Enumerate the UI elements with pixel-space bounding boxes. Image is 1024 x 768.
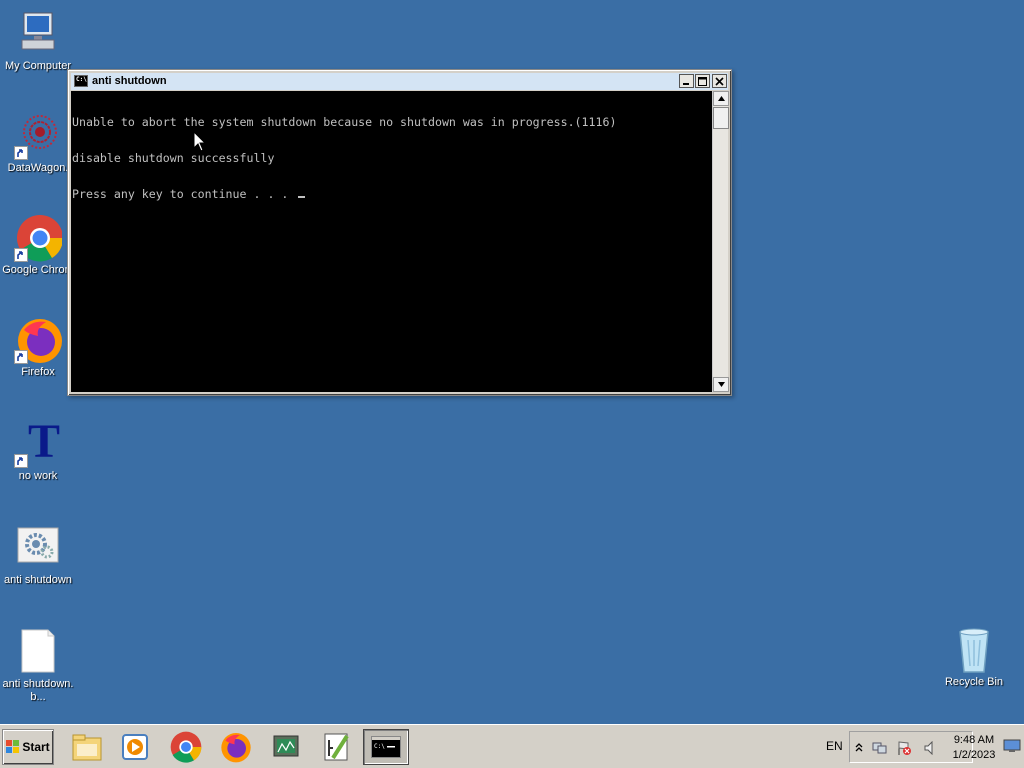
desktop-icon-label: My Computer — [4, 60, 72, 72]
show-desktop-button[interactable] — [1003, 739, 1021, 753]
network-icon[interactable] — [872, 741, 888, 755]
minimize-button[interactable] — [679, 74, 694, 88]
media-player-icon — [122, 734, 148, 760]
window-title: anti shutdown — [92, 75, 167, 87]
desktop-icon-label: no work — [18, 470, 58, 482]
scroll-up-button[interactable] — [713, 91, 729, 106]
firefox-icon — [14, 316, 62, 364]
desktop-icon-anti-shutdown[interactable]: anti shutdown — [0, 524, 76, 587]
notepad-icon — [324, 733, 349, 761]
firefox-icon — [221, 733, 251, 763]
action-center-flag-icon[interactable] — [896, 740, 912, 756]
start-label: Start — [22, 740, 50, 754]
desktop-icon-datawagon[interactable]: DataWagon. — [0, 112, 76, 175]
datawagon-icon — [14, 112, 62, 160]
taskbar-control-panel[interactable] — [263, 729, 309, 765]
shortcut-arrow-icon — [14, 248, 28, 262]
console-line: disable shutdown successfully — [72, 151, 275, 165]
desktop-icon-label: Firefox — [21, 366, 55, 378]
gear-icon — [14, 524, 62, 572]
language-indicator[interactable]: EN — [826, 739, 843, 753]
desktop-icon-no-work[interactable]: T no work — [0, 415, 76, 483]
taskbar-notepad-plus[interactable] — [313, 729, 359, 765]
cmd-icon: C:\ — [371, 736, 401, 758]
taskbar-explorer[interactable] — [64, 729, 110, 765]
computer-icon — [14, 10, 62, 58]
maximize-button[interactable] — [695, 74, 710, 88]
desktop-icon-label: anti shutdown.b... — [2, 678, 74, 703]
desktop-icon-label: Recycle Bin — [944, 676, 1004, 688]
close-button[interactable] — [712, 74, 727, 88]
taskbar-cmd[interactable]: C:\ — [363, 729, 409, 765]
desktop-icon-my-computer[interactable]: My Computer — [0, 10, 76, 73]
console-window[interactable]: C:\ anti shutdown Unable to abort the sy… — [67, 69, 732, 396]
shortcut-arrow-icon — [14, 350, 28, 364]
console-line: Press any key to continue . . . — [72, 187, 296, 201]
windows-logo-icon — [6, 740, 20, 753]
clock-date: 1/2/2023 — [952, 749, 996, 761]
console-output[interactable]: Unable to abort the system shutdown beca… — [71, 91, 712, 392]
window-titlebar[interactable]: C:\ anti shutdown — [71, 73, 728, 90]
clock-time: 9:48 AM — [953, 734, 995, 746]
cmd-icon: C:\ — [74, 75, 88, 87]
show-hidden-icons-chevron-icon[interactable] — [855, 742, 863, 752]
mouse-pointer-icon — [193, 130, 207, 155]
file-icon — [14, 628, 62, 676]
taskbar: Start C:\ EN 9:48 AM 1/2/2023 — [0, 724, 1024, 768]
desktop-icon-label: Google Chrom — [2, 264, 74, 276]
desktop-icon-google-chrome[interactable]: Google Chrom — [0, 214, 76, 277]
desktop-icon-recycle-bin[interactable]: Recycle Bin — [936, 626, 1012, 689]
chrome-icon — [170, 731, 202, 763]
font-t-icon: T — [14, 415, 62, 468]
desktop-icon-label: anti shutdown — [4, 574, 72, 586]
recycle-bin-icon — [950, 626, 998, 674]
clock[interactable]: 9:48 AM 1/2/2023 — [950, 733, 998, 763]
volume-icon[interactable] — [924, 741, 936, 755]
scroll-thumb[interactable] — [713, 107, 729, 129]
taskbar-chrome[interactable] — [163, 729, 209, 765]
start-button[interactable]: Start — [2, 729, 54, 765]
desktop-icon-label: DataWagon. — [7, 162, 69, 174]
text-cursor — [298, 196, 306, 198]
console-line-prompt: Press any key to continue . . . — [72, 188, 711, 200]
taskbar-firefox[interactable] — [213, 729, 259, 765]
vertical-scrollbar[interactable] — [712, 91, 729, 392]
taskbar-media-player[interactable] — [112, 729, 158, 765]
system-tool-icon — [273, 735, 299, 757]
shortcut-arrow-icon — [14, 146, 28, 160]
font-t-glyph: T — [28, 415, 61, 468]
desktop-icon-anti-shutdown-bat[interactable]: anti shutdown.b... — [0, 628, 76, 704]
chrome-icon — [14, 214, 64, 262]
scroll-down-button[interactable] — [713, 377, 729, 392]
monitor-icon — [1003, 739, 1021, 752]
folder-icon — [72, 734, 102, 761]
desktop-icon-firefox[interactable]: Firefox — [0, 316, 76, 379]
svg-text:C:\: C:\ — [374, 743, 385, 750]
console-line: Unable to abort the system shutdown beca… — [72, 115, 617, 129]
shortcut-arrow-icon — [14, 454, 28, 468]
